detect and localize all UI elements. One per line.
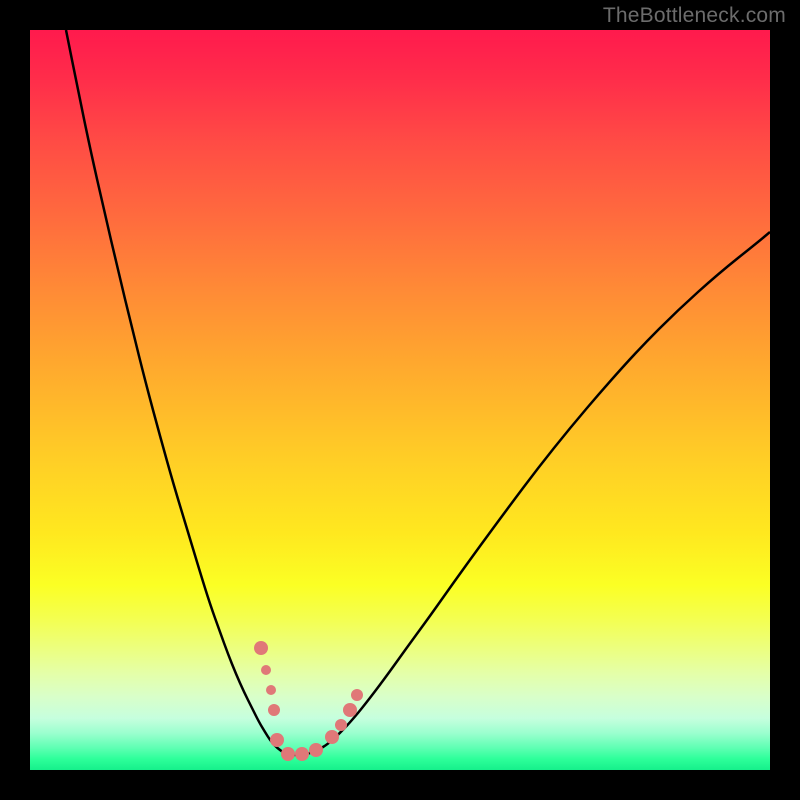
- data-marker: [295, 747, 309, 761]
- data-marker: [254, 641, 268, 655]
- curve-svg: [30, 30, 770, 770]
- data-marker: [261, 665, 271, 675]
- data-marker: [268, 704, 280, 716]
- data-marker: [351, 689, 363, 701]
- data-marker: [335, 719, 347, 731]
- plot-area: [30, 30, 770, 770]
- data-marker: [325, 730, 339, 744]
- chart-frame: TheBottleneck.com: [0, 0, 800, 800]
- data-marker: [309, 743, 323, 757]
- curve-markers: [254, 641, 363, 761]
- curve-right: [288, 232, 770, 755]
- data-marker: [343, 703, 357, 717]
- data-marker: [266, 685, 276, 695]
- data-marker: [270, 733, 284, 747]
- data-marker: [281, 747, 295, 761]
- watermark-text: TheBottleneck.com: [603, 4, 786, 28]
- bottleneck-curve: [66, 30, 770, 755]
